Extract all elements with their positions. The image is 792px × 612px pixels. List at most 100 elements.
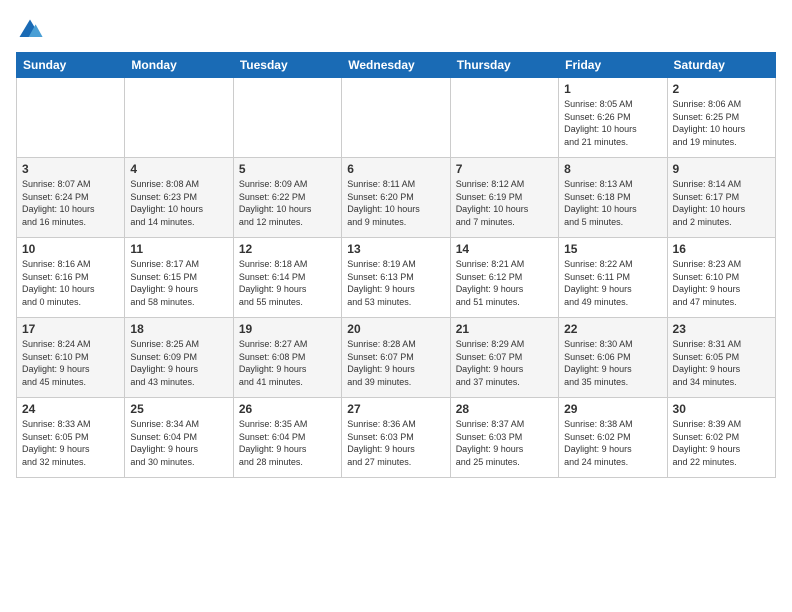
day-info: Sunrise: 8:37 AM Sunset: 6:03 PM Dayligh… (456, 418, 553, 468)
weekday-header: Saturday (667, 53, 775, 78)
calendar-day-cell: 7Sunrise: 8:12 AM Sunset: 6:19 PM Daylig… (450, 158, 558, 238)
calendar-day-cell: 4Sunrise: 8:08 AM Sunset: 6:23 PM Daylig… (125, 158, 233, 238)
calendar-day-cell: 15 Sunrise: 8:22 AM Sunset: 6:11 PM Dayli… (559, 238, 667, 318)
day-info: Sunrise: 8:23 AM Sunset: 6:10 PM Dayligh… (673, 258, 770, 308)
day-number: 25 (130, 402, 227, 416)
day-number: 4 (130, 162, 227, 176)
calendar-day-cell: 14 Sunrise: 8:21 AM Sunset: 6:12 PM Dayli… (450, 238, 558, 318)
day-number: 20 (347, 322, 444, 336)
calendar-day-cell: 6 Sunrise: 8:11 AM Sunset: 6:20 PM Daylig… (342, 158, 450, 238)
calendar-day-cell: 17 Sunrise: 8:24 AM Sunset: 6:10 PM Dayli… (17, 318, 125, 398)
calendar-day-cell: 19 Sunrise: 8:27 AM Sunset: 6:08 PM Dayli… (233, 318, 341, 398)
day-info: Sunrise: 8:06 AM Sunset: 6:25 PM Dayligh… (673, 98, 770, 148)
day-number: 11 (130, 242, 227, 256)
calendar-day-cell (17, 78, 125, 158)
calendar-day-cell: 27 Sunrise: 8:36 AM Sunset: 6:03 PM Dayli… (342, 398, 450, 478)
day-number: 17 (22, 322, 119, 336)
day-number: 1 (564, 82, 661, 96)
logo (16, 16, 48, 44)
day-info: Sunrise: 8:24 AM Sunset: 6:10 PM Dayligh… (22, 338, 119, 388)
day-info: Sunrise: 8:09 AM Sunset: 6:22 PM Dayligh… (239, 178, 336, 228)
day-info: Sunrise: 8:21 AM Sunset: 6:12 PM Dayligh… (456, 258, 553, 308)
calendar-day-cell: 11 Sunrise: 8:17 AM Sunset: 6:15 PM Dayli… (125, 238, 233, 318)
calendar-day-cell: 2 Sunrise: 8:06 AM Sunset: 6:25 PM Daylig… (667, 78, 775, 158)
day-number: 12 (239, 242, 336, 256)
day-info: Sunrise: 8:22 AM Sunset: 6:11 PM Dayligh… (564, 258, 661, 308)
day-info: Sunrise: 8:18 AM Sunset: 6:14 PM Dayligh… (239, 258, 336, 308)
weekday-header: Wednesday (342, 53, 450, 78)
calendar-day-cell: 1 Sunrise: 8:05 AM Sunset: 6:26 PM Daylig… (559, 78, 667, 158)
day-number: 15 (564, 242, 661, 256)
day-number: 28 (456, 402, 553, 416)
calendar-day-cell: 16Sunrise: 8:23 AM Sunset: 6:10 PM Dayli… (667, 238, 775, 318)
day-number: 27 (347, 402, 444, 416)
logo-icon (16, 16, 44, 44)
calendar-day-cell (125, 78, 233, 158)
calendar-day-cell: 25 Sunrise: 8:34 AM Sunset: 6:04 PM Dayli… (125, 398, 233, 478)
day-info: Sunrise: 8:27 AM Sunset: 6:08 PM Dayligh… (239, 338, 336, 388)
calendar-day-cell: 18 Sunrise: 8:25 AM Sunset: 6:09 PM Dayli… (125, 318, 233, 398)
day-number: 30 (673, 402, 770, 416)
calendar-week-row: 3 Sunrise: 8:07 AM Sunset: 6:24 PM Daylig… (17, 158, 776, 238)
calendar-day-cell (450, 78, 558, 158)
page-header (16, 16, 776, 44)
day-number: 10 (22, 242, 119, 256)
calendar-day-cell: 12 Sunrise: 8:18 AM Sunset: 6:14 PM Dayli… (233, 238, 341, 318)
day-info: Sunrise: 8:07 AM Sunset: 6:24 PM Dayligh… (22, 178, 119, 228)
day-number: 2 (673, 82, 770, 96)
day-info: Sunrise: 8:36 AM Sunset: 6:03 PM Dayligh… (347, 418, 444, 468)
day-info: Sunrise: 8:14 AM Sunset: 6:17 PM Dayligh… (673, 178, 770, 228)
day-info: Sunrise: 8:33 AM Sunset: 6:05 PM Dayligh… (22, 418, 119, 468)
calendar-day-cell: 29 Sunrise: 8:38 AM Sunset: 6:02 PM Dayli… (559, 398, 667, 478)
day-info: Sunrise: 8:34 AM Sunset: 6:04 PM Dayligh… (130, 418, 227, 468)
day-info: Sunrise: 8:13 AM Sunset: 6:18 PM Dayligh… (564, 178, 661, 228)
calendar-day-cell: 9Sunrise: 8:14 AM Sunset: 6:17 PM Daylig… (667, 158, 775, 238)
day-info: Sunrise: 8:35 AM Sunset: 6:04 PM Dayligh… (239, 418, 336, 468)
calendar-day-cell: 30 Sunrise: 8:39 AM Sunset: 6:02 PM Dayli… (667, 398, 775, 478)
day-number: 23 (673, 322, 770, 336)
day-info: Sunrise: 8:17 AM Sunset: 6:15 PM Dayligh… (130, 258, 227, 308)
calendar-day-cell: 22Sunrise: 8:30 AM Sunset: 6:06 PM Dayli… (559, 318, 667, 398)
day-number: 19 (239, 322, 336, 336)
calendar-week-row: 1 Sunrise: 8:05 AM Sunset: 6:26 PM Daylig… (17, 78, 776, 158)
weekday-header: Thursday (450, 53, 558, 78)
calendar-day-cell: 26 Sunrise: 8:35 AM Sunset: 6:04 PM Dayli… (233, 398, 341, 478)
day-number: 14 (456, 242, 553, 256)
calendar-week-row: 10 Sunrise: 8:16 AM Sunset: 6:16 PM Dayli… (17, 238, 776, 318)
day-number: 18 (130, 322, 227, 336)
day-info: Sunrise: 8:05 AM Sunset: 6:26 PM Dayligh… (564, 98, 661, 148)
day-info: Sunrise: 8:16 AM Sunset: 6:16 PM Dayligh… (22, 258, 119, 308)
weekday-header: Sunday (17, 53, 125, 78)
calendar-day-cell: 3 Sunrise: 8:07 AM Sunset: 6:24 PM Daylig… (17, 158, 125, 238)
calendar-day-cell (233, 78, 341, 158)
calendar-week-row: 24Sunrise: 8:33 AM Sunset: 6:05 PM Dayli… (17, 398, 776, 478)
day-info: Sunrise: 8:25 AM Sunset: 6:09 PM Dayligh… (130, 338, 227, 388)
calendar-table: SundayMondayTuesdayWednesdayThursdayFrid… (16, 52, 776, 478)
calendar-day-cell: 8 Sunrise: 8:13 AM Sunset: 6:18 PM Daylig… (559, 158, 667, 238)
day-number: 26 (239, 402, 336, 416)
day-info: Sunrise: 8:39 AM Sunset: 6:02 PM Dayligh… (673, 418, 770, 468)
calendar-day-cell: 5Sunrise: 8:09 AM Sunset: 6:22 PM Daylig… (233, 158, 341, 238)
day-info: Sunrise: 8:31 AM Sunset: 6:05 PM Dayligh… (673, 338, 770, 388)
day-number: 21 (456, 322, 553, 336)
calendar-day-cell (342, 78, 450, 158)
day-number: 13 (347, 242, 444, 256)
day-info: Sunrise: 8:28 AM Sunset: 6:07 PM Dayligh… (347, 338, 444, 388)
day-info: Sunrise: 8:11 AM Sunset: 6:20 PM Dayligh… (347, 178, 444, 228)
page-container: SundayMondayTuesdayWednesdayThursdayFrid… (0, 0, 792, 486)
day-info: Sunrise: 8:19 AM Sunset: 6:13 PM Dayligh… (347, 258, 444, 308)
calendar-day-cell: 20 Sunrise: 8:28 AM Sunset: 6:07 PM Dayli… (342, 318, 450, 398)
day-number: 3 (22, 162, 119, 176)
weekday-header: Monday (125, 53, 233, 78)
day-number: 8 (564, 162, 661, 176)
day-info: Sunrise: 8:38 AM Sunset: 6:02 PM Dayligh… (564, 418, 661, 468)
calendar-day-cell: 21 Sunrise: 8:29 AM Sunset: 6:07 PM Dayli… (450, 318, 558, 398)
day-number: 6 (347, 162, 444, 176)
weekday-header: Tuesday (233, 53, 341, 78)
day-number: 29 (564, 402, 661, 416)
day-info: Sunrise: 8:30 AM Sunset: 6:06 PM Dayligh… (564, 338, 661, 388)
calendar-day-cell: 28 Sunrise: 8:37 AM Sunset: 6:03 PM Dayli… (450, 398, 558, 478)
day-info: Sunrise: 8:29 AM Sunset: 6:07 PM Dayligh… (456, 338, 553, 388)
calendar-day-cell: 24Sunrise: 8:33 AM Sunset: 6:05 PM Dayli… (17, 398, 125, 478)
day-number: 7 (456, 162, 553, 176)
